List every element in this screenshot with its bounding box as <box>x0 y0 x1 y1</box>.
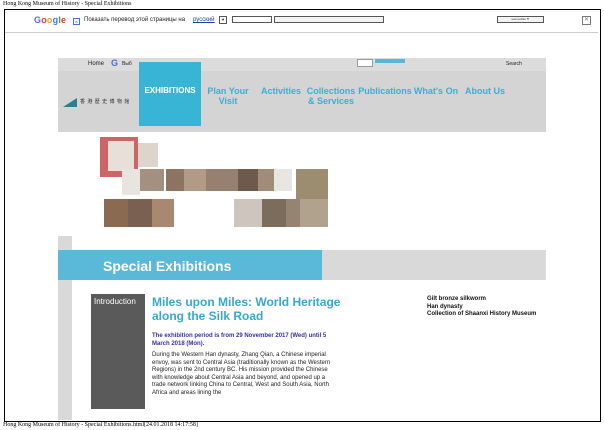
home-link[interactable]: Home <box>88 61 104 67</box>
nav-item-about-us[interactable]: About Us <box>462 86 508 96</box>
translate-button[interactable] <box>232 16 272 23</box>
banner-photo <box>238 169 258 191</box>
nav-item-whats-on[interactable]: What's On <box>412 86 460 96</box>
caption-line: Gilt bronze silkworm <box>427 296 487 302</box>
banner-photo <box>296 169 328 199</box>
caption-line: Han dynasty <box>427 303 463 310</box>
translate-settings-button[interactable]: настройки ▼ <box>497 16 544 23</box>
logo-text: 香 港 歷 史 博 物 館 <box>80 99 130 105</box>
banner-photo <box>122 169 140 195</box>
banner-photo <box>138 143 158 167</box>
exhibition-period: The exhibition period is from 29 Novembe… <box>152 333 327 347</box>
banner-photo <box>300 199 328 227</box>
banner-photo <box>108 141 134 171</box>
logo-mark-icon <box>63 98 77 107</box>
banner-photo <box>258 169 274 191</box>
intro-tab[interactable] <box>91 294 145 409</box>
caption-line: Collection of Shaanxi History Museum <box>427 311 537 317</box>
banner-photo <box>234 199 262 227</box>
google-logo: Google <box>34 15 67 25</box>
translate-prompt: Показать перевод этой страницы на <box>84 17 186 23</box>
print-header: Hong Kong Museum of History - Special Ex… <box>3 1 132 7</box>
nav-item-publications[interactable]: Publications <box>357 86 413 96</box>
google-g-icon[interactable]: G <box>111 59 120 68</box>
nav-item-collections[interactable]: Collections & Services <box>305 86 357 106</box>
banner-photo <box>206 169 238 191</box>
exhibition-title: Miles upon Miles: World Heritage along t… <box>152 295 341 323</box>
translate-language-select[interactable]: русский <box>193 17 215 23</box>
translate-always-button[interactable] <box>274 16 384 23</box>
nav-item-activities[interactable]: Activities <box>257 86 305 96</box>
banner-photo <box>104 199 128 227</box>
section-title: Special Exhibitions <box>103 258 232 274</box>
utility-search-box[interactable] <box>357 59 373 67</box>
nav-item-exhibitions[interactable]: EXHIBITIONS <box>139 86 201 96</box>
banner-photo <box>286 199 300 227</box>
museum-logo[interactable]: 香 港 歷 史 博 物 館 <box>63 98 133 108</box>
google-translate-select[interactable]: Выб <box>122 61 132 67</box>
accent-strip <box>375 59 405 63</box>
intro-tab-label[interactable]: Introduction <box>94 297 136 306</box>
close-icon[interactable]: ✕ <box>582 16 591 25</box>
banner-photo <box>262 199 286 227</box>
banner-photo <box>274 169 292 191</box>
banner-photo <box>166 169 184 191</box>
banner-photo <box>152 199 174 227</box>
nav-item-plan-your-visit[interactable]: Plan Your Visit <box>203 86 253 106</box>
banner-photo <box>128 199 152 227</box>
exhibition-description: During the Western Han dynasty, Zhang Qi… <box>152 352 331 396</box>
translate-icon: a <box>73 18 80 25</box>
artifact-caption: Gilt bronze silkworm Han dynasty Collect… <box>427 296 537 319</box>
search-link[interactable]: Search <box>506 61 522 67</box>
language-dropdown-icon[interactable]: ▼ <box>219 16 227 24</box>
banner-photo <box>140 169 164 191</box>
banner-photo <box>184 169 206 191</box>
banner-collage <box>100 133 340 233</box>
print-footer: Hong Kong Museum of History - Special Ex… <box>3 422 198 428</box>
